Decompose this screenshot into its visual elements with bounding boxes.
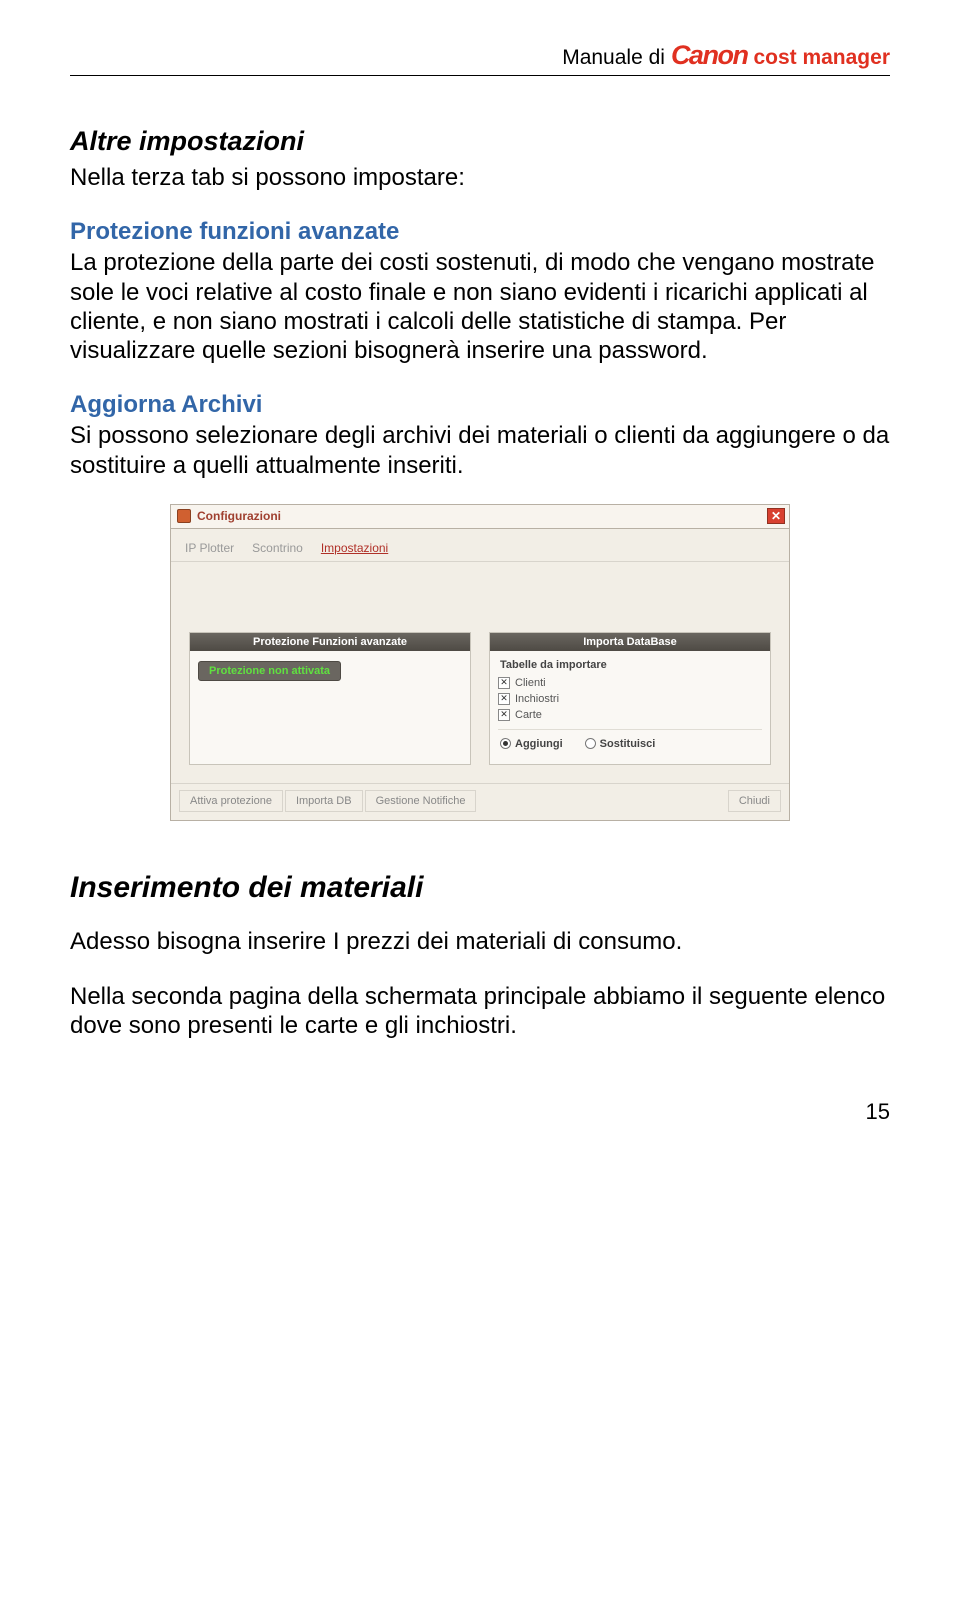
tab-impostazioni[interactable]: Impostazioni <box>319 537 390 561</box>
checkbox-icon <box>498 693 510 705</box>
importa-db-button[interactable]: Importa DB <box>285 790 363 812</box>
dialog-tabs: IP Plotter Scontrino Impostazioni <box>171 529 789 562</box>
dialog-title: Configurazioni <box>197 509 281 523</box>
close-icon: ✕ <box>771 509 781 523</box>
protezione-panel-header: Protezione Funzioni avanzate <box>190 633 470 651</box>
dialog-titlebar[interactable]: Configurazioni ✕ <box>170 504 790 528</box>
checkbox-icon <box>498 709 510 721</box>
tab-ip-plotter[interactable]: IP Plotter <box>183 537 236 561</box>
protezione-panel: Protezione Funzioni avanzate Protezione … <box>189 632 471 765</box>
close-button[interactable]: ✕ <box>767 508 785 524</box>
checkbox-label: Carte <box>515 709 542 721</box>
attiva-protezione-button[interactable]: Attiva protezione <box>179 790 283 812</box>
protezione-subtitle: Protezione funzioni avanzate <box>70 218 890 246</box>
checkbox-label: Inchiostri <box>515 693 559 705</box>
radio-icon <box>585 738 596 749</box>
inserimento-p1: Adesso bisogna inserire I prezzi dei mat… <box>70 927 890 956</box>
protezione-status-text: Protezione non attivata <box>209 665 330 677</box>
section-inserimento-title: Inserimento dei materiali <box>70 871 890 905</box>
section-altre-intro: Nella terza tab si possono impostare: <box>70 163 890 192</box>
brand-logo: Canon <box>671 40 748 71</box>
aggiorna-subtitle: Aggiorna Archivi <box>70 391 890 419</box>
tabelle-subheader: Tabelle da importare <box>498 657 762 675</box>
page-number: 15 <box>70 1099 890 1125</box>
app-icon <box>177 509 191 523</box>
protezione-status-pill: Protezione non attivata <box>198 661 341 681</box>
radio-icon <box>500 738 511 749</box>
importa-panel-header: Importa DataBase <box>490 633 770 651</box>
product-name: cost manager <box>753 46 890 70</box>
inserimento-p2: Nella seconda pagina della schermata pri… <box>70 982 890 1041</box>
importa-db-panel: Importa DataBase Tabelle da importare Cl… <box>489 632 771 765</box>
checkbox-inchiostri[interactable]: Inchiostri <box>498 691 762 707</box>
checkbox-carte[interactable]: Carte <box>498 707 762 723</box>
checkbox-icon <box>498 677 510 689</box>
header-prefix: Manuale di <box>562 46 665 70</box>
checkbox-label: Clienti <box>515 677 546 689</box>
dialog-button-row: Attiva protezione Importa DB Gestione No… <box>171 783 789 820</box>
radio-label: Sostituisci <box>600 738 656 750</box>
aggiorna-body: Si possono selezionare degli archivi dei… <box>70 421 890 480</box>
configurazioni-dialog: Configurazioni ✕ IP Plotter Scontrino Im… <box>170 504 790 821</box>
section-altre-title: Altre impostazioni <box>70 126 890 157</box>
checkbox-clienti[interactable]: Clienti <box>498 675 762 691</box>
tab-scontrino[interactable]: Scontrino <box>250 537 305 561</box>
protezione-body: La protezione della parte dei costi sost… <box>70 248 890 365</box>
page-header: Manuale di Canon cost manager <box>70 40 890 76</box>
gestione-notifiche-button[interactable]: Gestione Notifiche <box>365 790 477 812</box>
chiudi-button[interactable]: Chiudi <box>728 790 781 812</box>
radio-sostituisci[interactable]: Sostituisci <box>585 738 656 750</box>
radio-label: Aggiungi <box>515 738 563 750</box>
radio-aggiungi[interactable]: Aggiungi <box>500 738 563 750</box>
